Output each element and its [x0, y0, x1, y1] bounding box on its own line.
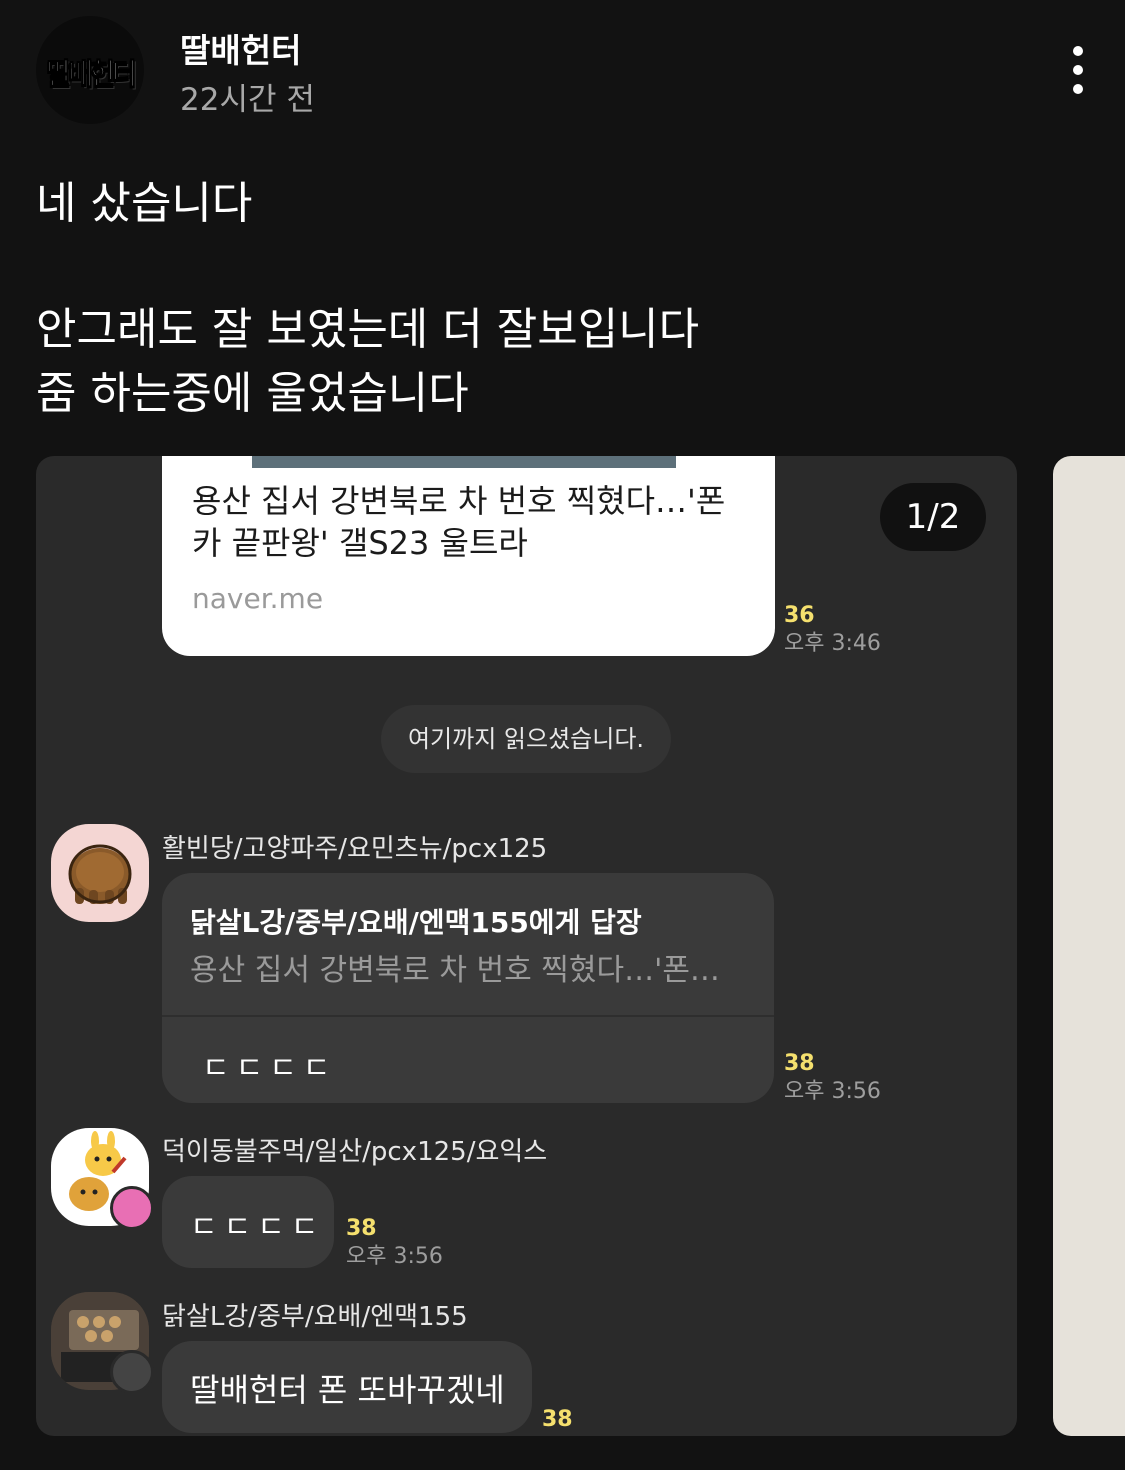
- post-text-line: 네 샀습니다: [36, 178, 253, 229]
- reply-quote: 용산 집서 강변북로 차 번호 찍혔다…'폰…: [190, 953, 720, 988]
- message-text: 딸배헌터 폰 또바꾸겠네: [190, 1371, 505, 1409]
- message-bubble[interactable]: ㄷㄷㄷㄷ: [162, 1176, 334, 1268]
- message-meta: 38 오후 3:56: [346, 1215, 443, 1271]
- more-options-button[interactable]: [1058, 40, 1098, 100]
- link-preview-card[interactable]: 용산 집서 강변북로 차 번호 찍혔다…'폰카 끝판왕' 갤S23 울트라 na…: [162, 456, 775, 656]
- bear-icon: [68, 844, 132, 904]
- post-text-line: 안그래도 잘 보였는데 더 잘보입니다: [36, 304, 700, 355]
- post-header: 딸배헌터 딸배헌터 22시간 전: [0, 0, 1125, 140]
- link-domain: naver.me: [192, 582, 324, 615]
- post-time: 22시간 전: [180, 82, 315, 118]
- unread-count: 38: [784, 1051, 815, 1076]
- sender-name: 닭살L강/중부/요배/엔맥155: [162, 1302, 468, 1332]
- post-body: 네 샀습니다 안그래도 잘 보였는데 더 잘보입니다 줌 하는중에 울었습니다: [36, 172, 1096, 426]
- message-time: 오후 3:46: [784, 631, 881, 656]
- message-time: 오후 3:56: [784, 1079, 881, 1104]
- unread-count: 36: [784, 603, 815, 628]
- page-indicator: 1/2: [880, 483, 986, 551]
- post-text-line: 줌 하는중에 울었습니다: [36, 368, 469, 419]
- author-avatar[interactable]: 딸배헌터: [36, 16, 144, 124]
- grid-badge-icon: [110, 1350, 154, 1394]
- message-meta: 38 오후 3:56: [784, 1050, 881, 1106]
- link-title: 용산 집서 강변북로 차 번호 찍혔다…'폰카 끝판왕' 갤S23 울트라: [192, 482, 726, 562]
- read-marker: 여기까지 읽으셨습니다.: [381, 705, 671, 773]
- message-meta: 36 오후 3:46: [784, 602, 881, 658]
- link-thumbnail: [252, 456, 676, 468]
- image-carousel[interactable]: 용산 집서 강변북로 차 번호 찍혔다…'폰카 끝판왕' 갤S23 울트라 na…: [36, 456, 1017, 1436]
- avatar[interactable]: [51, 824, 149, 922]
- reply-target: 닭살L강/중부/요배/엔맥155에게 답장: [190, 906, 642, 939]
- author-name[interactable]: 딸배헌터: [180, 24, 301, 72]
- unread-count: 38: [542, 1407, 573, 1432]
- sender-name: 덕이동불주먹/일산/pcx125/요익스: [162, 1137, 548, 1167]
- message-meta: 38: [542, 1406, 573, 1434]
- reply-message-bubble[interactable]: 닭살L강/중부/요배/엔맥155에게 답장 용산 집서 강변북로 차 번호 찍혔…: [162, 873, 774, 1103]
- sender-name: 활빈당/고양파주/요민츠뉴/pcx125: [162, 834, 548, 864]
- more-dot-icon: [1073, 65, 1083, 75]
- divider: [162, 1015, 774, 1017]
- avatar-logo: 딸배헌터: [46, 57, 137, 92]
- message-text: ㄷㄷㄷㄷ: [190, 1210, 325, 1245]
- more-dot-icon: [1073, 84, 1083, 94]
- message-text: ㄷㄷㄷㄷ: [202, 1051, 337, 1086]
- unread-count: 38: [346, 1216, 377, 1241]
- more-dot-icon: [1073, 46, 1083, 56]
- next-carousel-slide[interactable]: [1053, 456, 1125, 1436]
- message-bubble[interactable]: 딸배헌터 폰 또바꾸겠네: [162, 1341, 532, 1433]
- message-time: 오후 3:56: [346, 1244, 443, 1269]
- crown-badge-icon: [110, 1186, 154, 1230]
